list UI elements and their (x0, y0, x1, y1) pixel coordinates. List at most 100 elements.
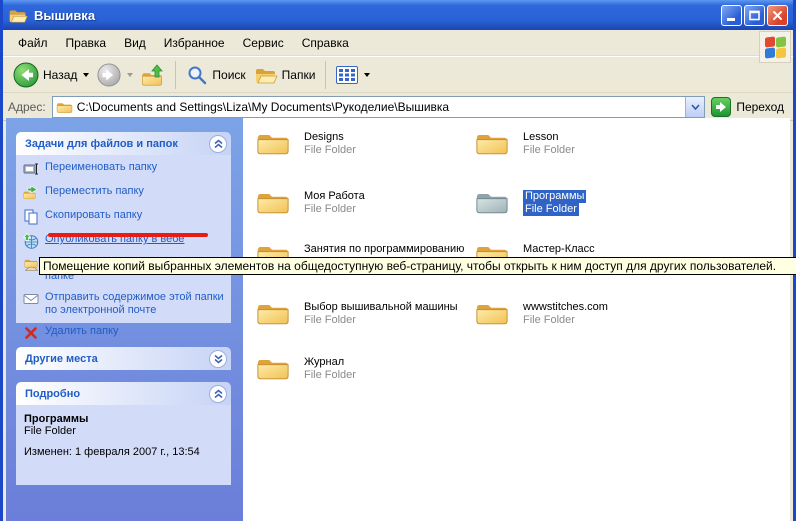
menu-edit[interactable]: Правка (57, 32, 116, 54)
folder-icon (475, 298, 509, 327)
task-email-folder-contents[interactable]: Отправить содержимое этой папки по элект… (23, 291, 227, 317)
file-folder-tasks-title: Задачи для файлов и папок (25, 138, 178, 150)
details-item-modified: Изменен: 1 февраля 2007 г., 13:54 (24, 446, 225, 458)
views-dropdown-icon[interactable] (364, 73, 370, 77)
collapse-button[interactable] (209, 385, 227, 403)
views-button[interactable] (332, 64, 374, 86)
task-rename-folder[interactable]: Переименовать папку (23, 161, 227, 177)
task-move-folder[interactable]: Переместить папку (23, 185, 227, 201)
toolbar-separator (325, 61, 326, 89)
folder-type: File Folder (523, 314, 575, 327)
file-folder-tasks-panel: Задачи для файлов и папок Переименовать … (16, 132, 231, 323)
menu-help[interactable]: Справка (293, 32, 358, 54)
folder-name: Designs (304, 131, 344, 144)
file-folder-tasks-header[interactable]: Задачи для файлов и папок (16, 132, 231, 155)
search-label: Поиск (212, 68, 245, 82)
title-bar: Вышивка (3, 0, 793, 30)
chevron-double-up-icon (213, 389, 224, 399)
explorer-window: Вышивка Файл Правка Вид Избранное Сервис… (0, 0, 796, 521)
back-dropdown-icon[interactable] (83, 73, 89, 77)
back-icon (13, 62, 39, 88)
folder-name: Lesson (523, 131, 558, 144)
folder-icon (256, 128, 290, 157)
menu-tools[interactable]: Сервис (234, 32, 293, 54)
details-item-name: Программы (24, 413, 225, 425)
folder-icon (256, 187, 290, 216)
other-places-title: Другие места (25, 353, 98, 365)
menu-file[interactable]: Файл (9, 32, 57, 54)
folder-icon (256, 353, 290, 382)
share-folder-icon (23, 257, 39, 273)
folder-tile-selected[interactable]: ПрограммыFile Folder (475, 187, 690, 216)
folder-name: wwwstitches.com (523, 301, 608, 314)
window-folder-icon (8, 7, 28, 24)
details-header[interactable]: Подробно (16, 382, 231, 405)
go-arrow-icon (711, 97, 731, 117)
folders-button[interactable]: Папки (250, 63, 320, 87)
folder-type: File Folder (304, 144, 356, 157)
up-button[interactable] (137, 62, 169, 88)
move-icon (23, 185, 39, 201)
forward-button[interactable] (93, 61, 137, 89)
folder-tile[interactable]: LessonFile Folder (475, 128, 690, 157)
tooltip: Помещение копий выбранных элементов на о… (39, 257, 796, 275)
folder-tile[interactable]: ЖурналFile Folder (256, 353, 471, 382)
search-icon (186, 64, 208, 86)
folders-icon (254, 65, 278, 85)
forward-dropdown-icon (127, 73, 133, 77)
delete-x-icon (23, 325, 39, 341)
folder-view: DesignsFile Folder LessonFile Folder Моя… (243, 118, 790, 521)
back-label: Назад (43, 68, 77, 82)
windows-logo-icon (759, 31, 791, 63)
email-icon (23, 291, 39, 307)
details-title: Подробно (25, 388, 80, 400)
maximize-button[interactable] (744, 5, 765, 26)
details-panel: Подробно Программы File Folder Изменен: … (16, 382, 231, 485)
folder-name: Моя Работа (304, 190, 365, 203)
task-delete-folder[interactable]: Удалить папку (23, 325, 227, 341)
folder-type: File Folder (304, 314, 356, 327)
rename-icon (23, 161, 39, 177)
folder-icon (475, 128, 509, 157)
expand-button[interactable] (209, 350, 227, 368)
close-icon (771, 9, 784, 22)
publish-web-icon (23, 233, 39, 249)
folder-name: Программы (523, 190, 586, 203)
folder-tile[interactable]: DesignsFile Folder (256, 128, 471, 157)
chevron-down-icon (691, 104, 700, 110)
folder-tile[interactable]: Моя РаботаFile Folder (256, 187, 471, 216)
collapse-button[interactable] (209, 135, 227, 153)
minimize-icon (725, 9, 738, 22)
views-icon (336, 66, 358, 84)
back-button[interactable]: Назад (9, 60, 93, 90)
task-copy-folder[interactable]: Скопировать папку (23, 209, 227, 225)
menu-favorites[interactable]: Избранное (155, 32, 234, 54)
address-path: C:\Documents and Settings\Liza\My Docume… (77, 100, 686, 114)
address-folder-icon (56, 100, 73, 114)
folder-icon (256, 298, 290, 327)
folder-type: File Folder (304, 203, 356, 216)
go-button[interactable]: Переход (711, 97, 788, 117)
minimize-button[interactable] (721, 5, 742, 26)
close-button[interactable] (767, 5, 788, 26)
other-places-header[interactable]: Другие места (16, 347, 231, 370)
maximize-icon (748, 9, 761, 22)
folder-up-icon (141, 64, 165, 86)
chevron-double-down-icon (213, 354, 224, 364)
menu-bar: Файл Правка Вид Избранное Сервис Справка (3, 30, 793, 56)
menu-view[interactable]: Вид (115, 32, 155, 54)
address-input[interactable]: C:\Documents and Settings\Liza\My Docume… (52, 96, 706, 118)
folder-name: Выбор вышивальной машины (304, 301, 458, 314)
folder-type: File Folder (304, 369, 356, 382)
go-label: Переход (736, 100, 784, 114)
folders-label: Папки (282, 68, 316, 82)
search-button[interactable]: Поиск (182, 62, 249, 88)
window-title: Вышивка (34, 8, 95, 23)
address-dropdown-button[interactable] (685, 97, 704, 117)
folder-tile[interactable]: Выбор вышивальной машиныFile Folder (256, 298, 471, 327)
folder-name: Занятия по программированию (304, 243, 464, 256)
task-pane: Задачи для файлов и папок Переименовать … (6, 118, 243, 521)
folder-tile[interactable]: wwwstitches.comFile Folder (475, 298, 690, 327)
folder-name: Журнал (304, 356, 344, 369)
toolbar-separator (175, 61, 176, 89)
